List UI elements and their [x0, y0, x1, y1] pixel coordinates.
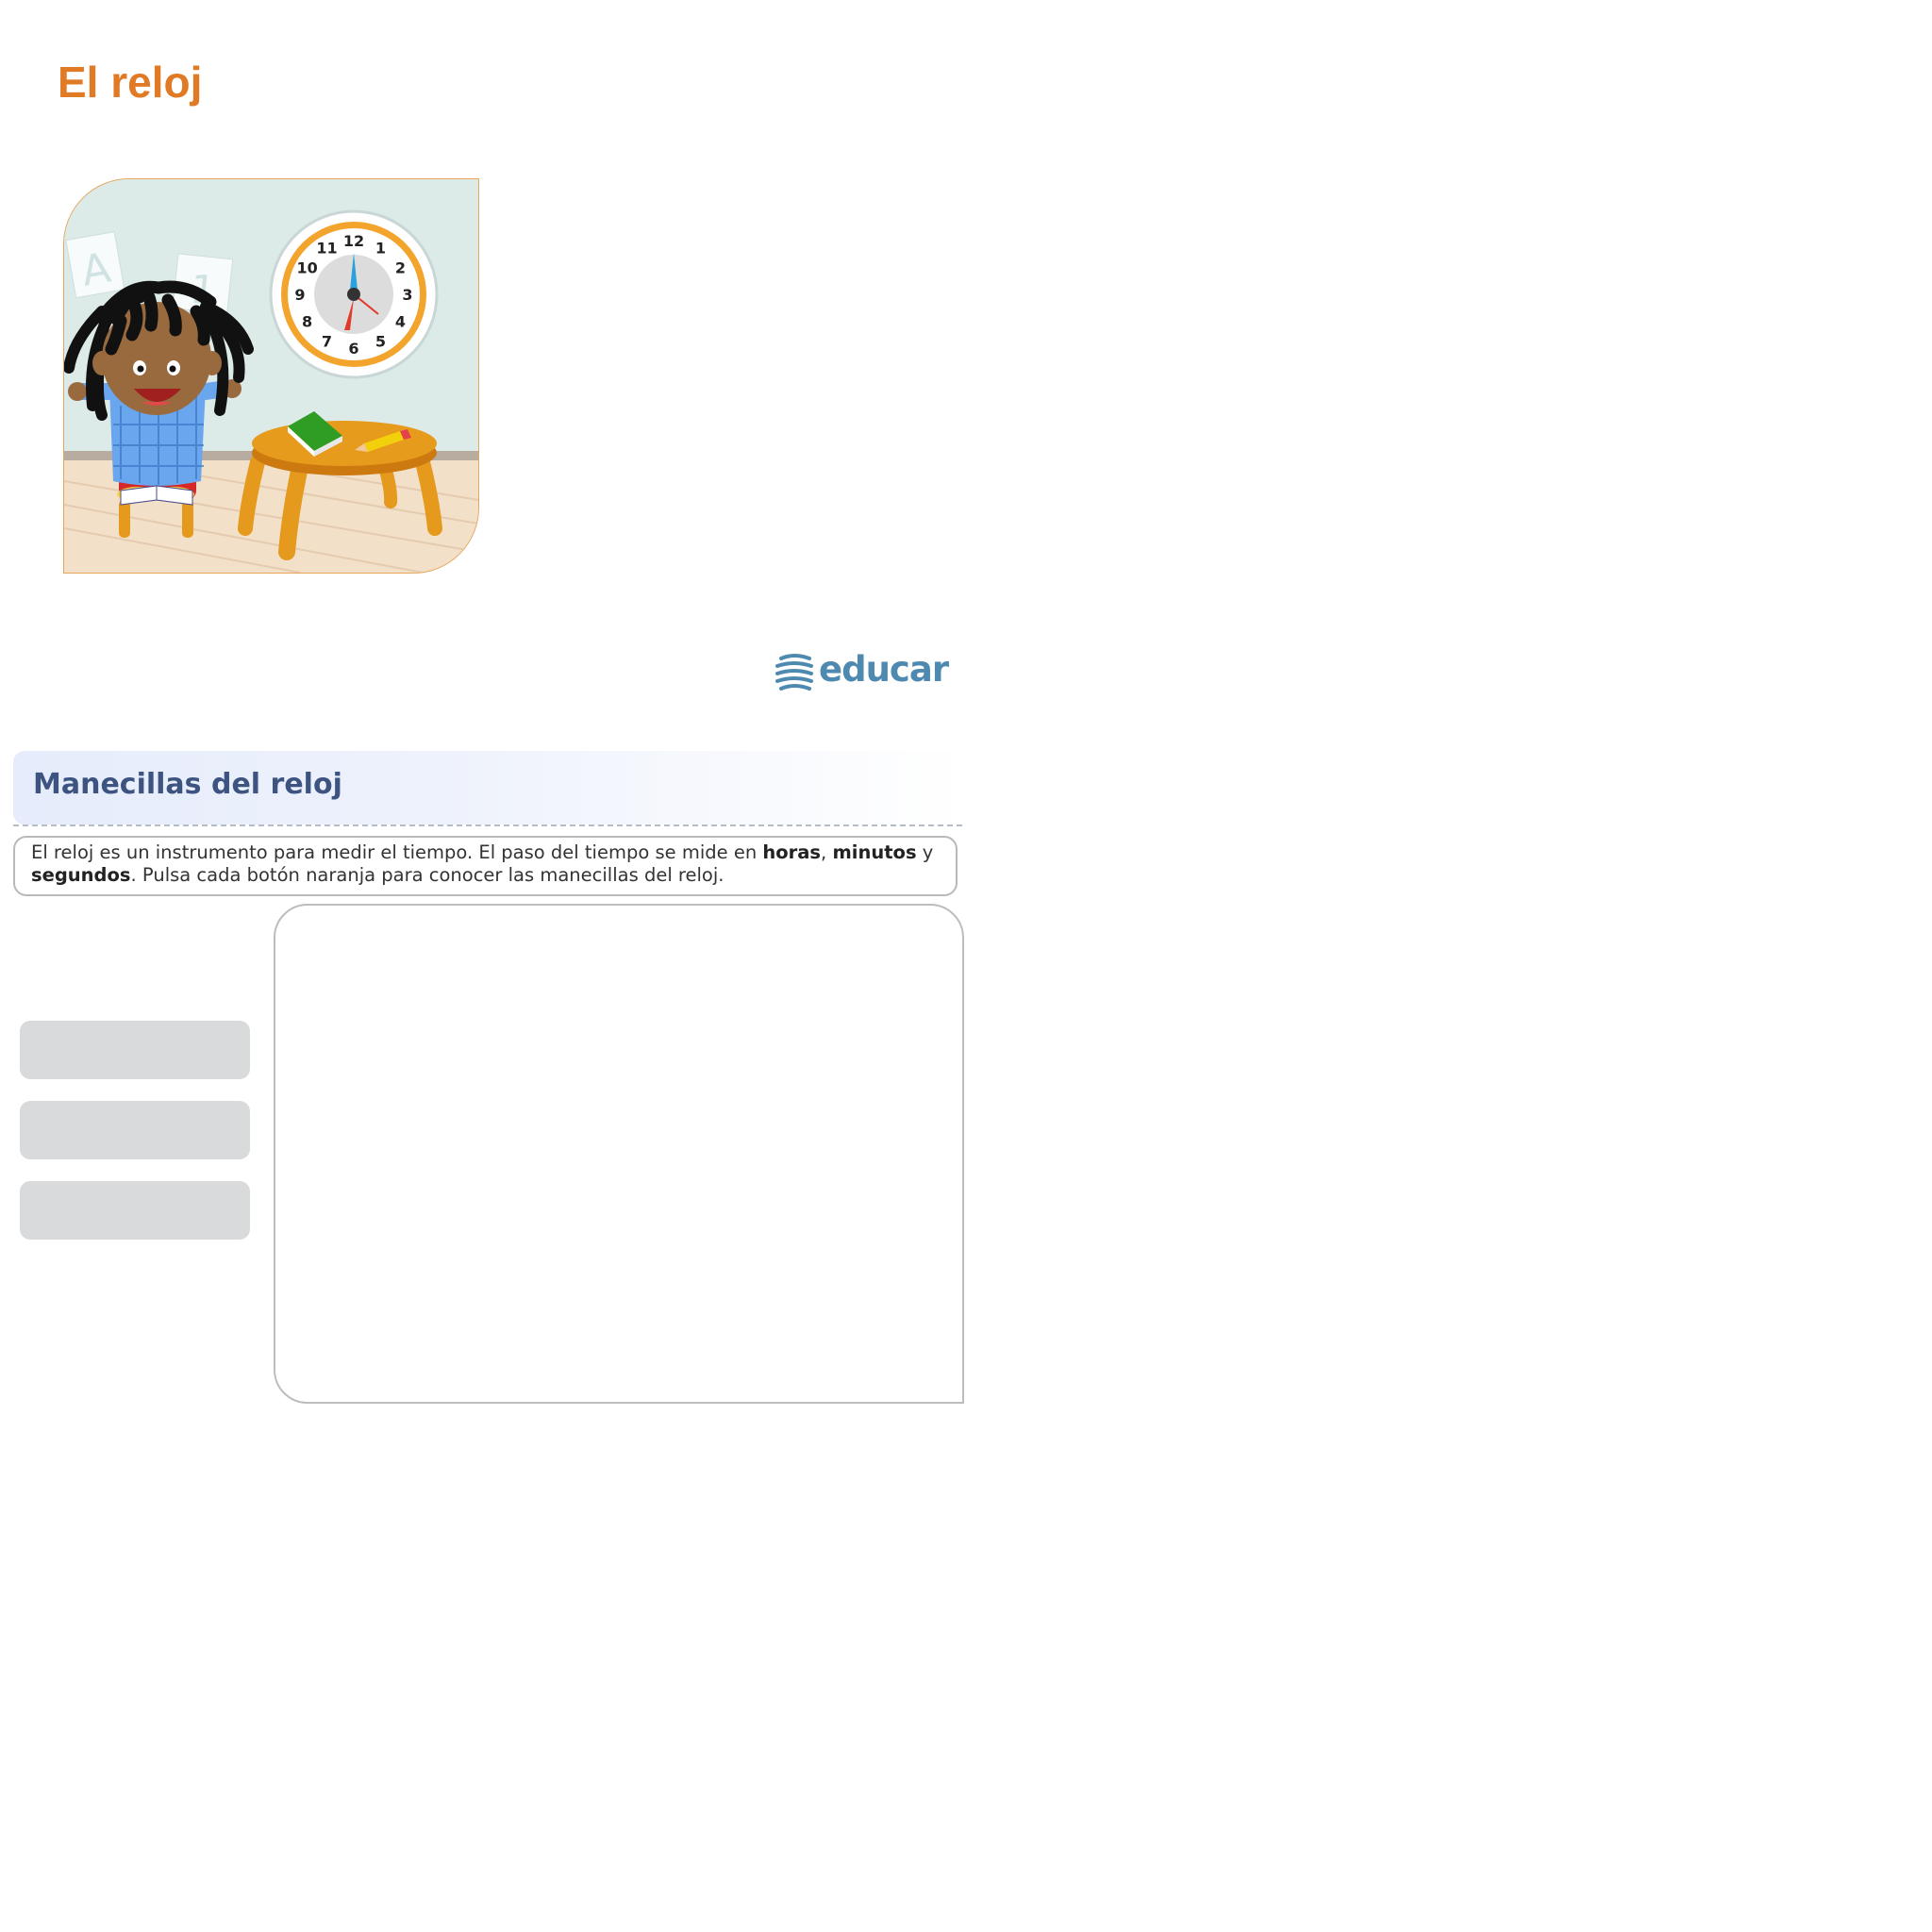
seconds-hand-button[interactable] [20, 1181, 250, 1240]
letter-card: A [65, 231, 125, 299]
section-divider [13, 824, 962, 826]
instructions-hours: horas [762, 841, 822, 863]
section-header: Manecillas del reloj [13, 751, 966, 824]
clock-numeral: 5 [375, 332, 386, 350]
minutes-hand-button[interactable] [20, 1101, 250, 1159]
instructions-and: y [916, 841, 934, 863]
clock-numeral: 12 [343, 232, 364, 250]
educar-logo: educar [774, 649, 949, 694]
clock-numeral: 10 [296, 259, 317, 277]
classroom-illustration: A 1 12 12 3 45678 9 1011 [64, 179, 478, 573]
educar-logo-text: educar [819, 649, 949, 690]
clock-numeral: 11 [316, 240, 337, 258]
instructions-text-1: El reloj es un instrumento para medir el… [31, 841, 763, 863]
clock-numeral: 9 [294, 286, 305, 304]
clock-numeral: 2 [395, 259, 406, 277]
clock-numeral: 1 [375, 240, 386, 258]
instructions-minutes: minutos [832, 841, 917, 863]
hero-illustration: A 1 12 1 2 3 4 5 6 7 8 9 10 11 [63, 178, 479, 574]
page-title: El reloj [58, 58, 203, 107]
section-title: Manecillas del reloj [33, 768, 342, 801]
hours-hand-button[interactable] [20, 1021, 250, 1079]
instructions-comma: , [821, 841, 833, 863]
instructions-box: El reloj es un instrumento para medir el… [13, 836, 958, 896]
educar-logo-icon [775, 654, 813, 691]
clock-numeral: 4 [395, 313, 406, 331]
clock-display-panel [274, 904, 964, 1404]
wall-clock: 12 12 3 45678 9 1011 [269, 209, 439, 379]
instructions-seconds: segundos [31, 864, 131, 886]
clock-numeral: 3 [402, 286, 412, 304]
clock-numeral: 7 [322, 332, 332, 350]
instructions-text-2: . Pulsa cada botón naranja para conocer … [130, 864, 724, 886]
clock-numeral: 6 [348, 340, 358, 358]
clock-numeral: 8 [302, 313, 312, 331]
